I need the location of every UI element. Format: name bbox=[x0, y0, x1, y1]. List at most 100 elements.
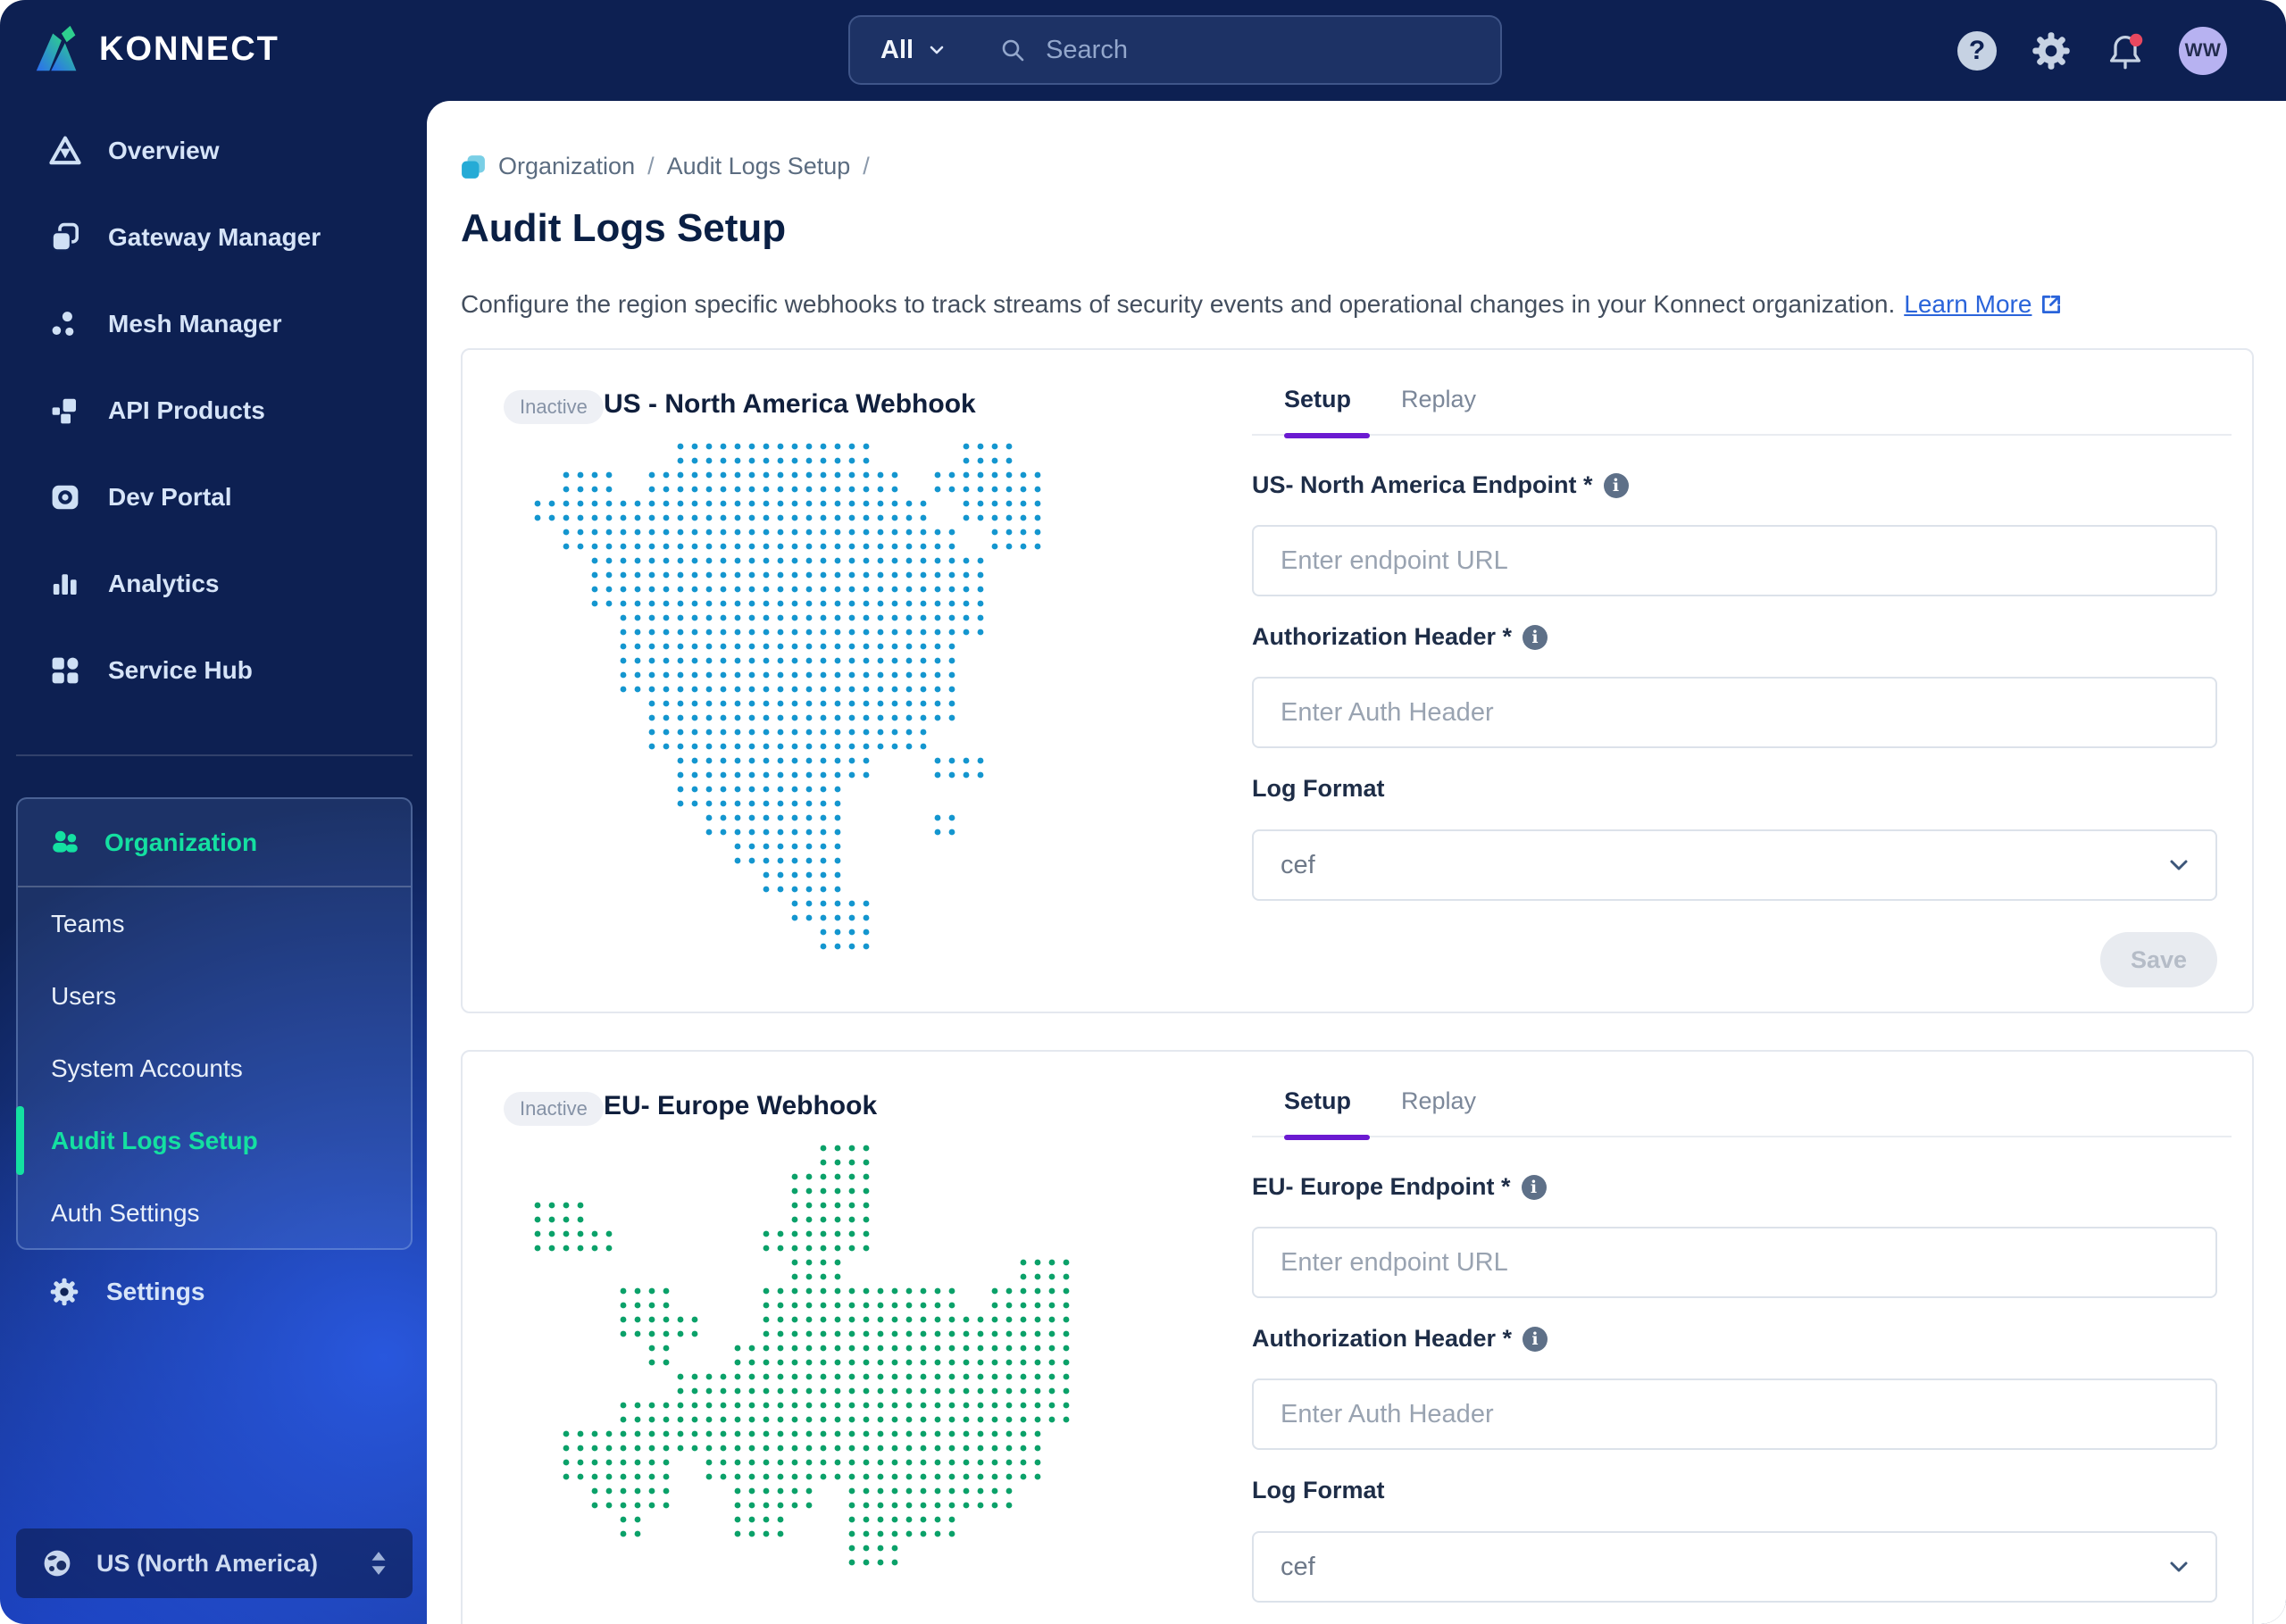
sidebar-item-label: Settings bbox=[106, 1277, 205, 1305]
overview-icon bbox=[49, 135, 81, 167]
log-format-label-text: Log Format bbox=[1252, 1477, 1385, 1503]
external-link-icon bbox=[2042, 295, 2061, 314]
learn-more-label: Learn More bbox=[1904, 290, 2032, 318]
search-icon bbox=[999, 37, 1026, 63]
breadcrumb-separator: / bbox=[863, 153, 870, 179]
endpoint-label-text: EU- Europe Endpoint * bbox=[1252, 1173, 1511, 1200]
sidebar-settings: Settings bbox=[0, 1248, 429, 1335]
topbar: KONNECT All Search ? WW bbox=[0, 0, 2286, 101]
organization-breadcrumb-icon bbox=[461, 154, 486, 179]
tab-setup[interactable]: Setup bbox=[1284, 1082, 1351, 1115]
endpoint-url-input[interactable] bbox=[1252, 525, 2217, 596]
auth-header-input[interactable] bbox=[1252, 677, 2217, 748]
sidebar-divider bbox=[16, 754, 413, 756]
page-description-text: Configure the region specific webhooks t… bbox=[461, 290, 1896, 318]
global-search[interactable]: All Search bbox=[848, 15, 1502, 85]
sidebar-item-teams[interactable]: Teams bbox=[18, 887, 411, 960]
webhook-form: Setup Replay US- North America Endpoint … bbox=[1252, 350, 2232, 1012]
topbar-actions: ? WW bbox=[1957, 0, 2227, 101]
sidebar-item-label: API Products bbox=[108, 396, 265, 424]
konnect-logo-icon bbox=[29, 21, 87, 78]
sidebar-item-api-products[interactable]: API Products bbox=[0, 367, 429, 454]
settings-gear-icon bbox=[49, 1277, 79, 1307]
info-icon[interactable]: i bbox=[1523, 624, 1548, 650]
globe-icon bbox=[41, 1547, 73, 1579]
sidebar-item-settings[interactable]: Settings bbox=[0, 1248, 429, 1335]
sidebar-item-dev-portal[interactable]: Dev Portal bbox=[0, 454, 429, 540]
status-badge: Inactive bbox=[504, 390, 604, 424]
org-item-label: Auth Settings bbox=[51, 1198, 200, 1227]
active-item-indicator bbox=[16, 1106, 24, 1175]
sidebar-item-mesh-manager[interactable]: Mesh Manager bbox=[0, 280, 429, 367]
log-format-select[interactable]: cef bbox=[1252, 1531, 2217, 1603]
endpoint-label-text: US- North America Endpoint * bbox=[1252, 471, 1593, 498]
brand-logo[interactable]: KONNECT bbox=[29, 21, 279, 78]
breadcrumb-organization[interactable]: Organization bbox=[498, 153, 635, 180]
card-title: US - North America Webhook bbox=[604, 389, 976, 419]
log-format-label-text: Log Format bbox=[1252, 775, 1385, 802]
webhook-card-us-north-america: Inactive US - North America Webhook Setu… bbox=[461, 348, 2254, 1013]
auth-header-label-text: Authorization Header * bbox=[1252, 623, 1513, 650]
sidebar-item-organization[interactable]: Organization bbox=[18, 799, 411, 887]
europe-dotted-map bbox=[534, 1145, 1070, 1566]
brand-name: KONNECT bbox=[99, 29, 279, 68]
endpoint-label: EU- Europe Endpoint * i bbox=[1252, 1173, 1547, 1201]
sidebar-item-gateway-manager[interactable]: Gateway Manager bbox=[0, 194, 429, 280]
dev-portal-icon bbox=[49, 481, 81, 513]
organization-header-label: Organization bbox=[104, 828, 258, 856]
tab-bar: Setup Replay bbox=[1252, 1082, 2232, 1137]
tab-setup[interactable]: Setup bbox=[1284, 380, 1351, 413]
mesh-manager-icon bbox=[49, 308, 81, 340]
gear-icon[interactable] bbox=[2031, 30, 2072, 71]
log-format-select[interactable]: cef bbox=[1252, 829, 2217, 901]
org-item-label: Audit Logs Setup bbox=[51, 1126, 258, 1154]
webhook-form: Setup Replay EU- Europe Endpoint * i Aut… bbox=[1252, 1052, 2232, 1624]
search-scope-dropdown[interactable]: All bbox=[880, 36, 914, 65]
user-avatar[interactable]: WW bbox=[2179, 26, 2227, 75]
card-title: EU- Europe Webhook bbox=[604, 1091, 878, 1120]
search-placeholder: Search bbox=[1046, 35, 1128, 64]
help-icon[interactable]: ? bbox=[1957, 30, 1997, 71]
breadcrumb: Organization / Audit Logs Setup / bbox=[461, 153, 870, 180]
active-tab-underline bbox=[1284, 1135, 1370, 1140]
chevron-down-icon bbox=[2170, 1562, 2188, 1572]
info-icon[interactable]: i bbox=[1523, 1326, 1548, 1352]
sidebar-item-label: Overview bbox=[108, 136, 220, 164]
auth-header-input[interactable] bbox=[1252, 1378, 2217, 1450]
region-selector[interactable]: US (North America) bbox=[16, 1528, 413, 1598]
main-panel: Organization / Audit Logs Setup / Audit … bbox=[427, 101, 2286, 1624]
endpoint-url-input[interactable] bbox=[1252, 1227, 2217, 1298]
save-button[interactable]: Save bbox=[2099, 932, 2217, 987]
auth-header-label: Authorization Header * i bbox=[1252, 623, 1548, 651]
sidebar-item-label: Dev Portal bbox=[108, 482, 232, 511]
gateway-manager-icon bbox=[49, 221, 81, 254]
sidebar-item-service-hub[interactable]: Service Hub bbox=[0, 627, 429, 713]
api-products-icon bbox=[49, 395, 81, 427]
breadcrumb-audit-logs-setup[interactable]: Audit Logs Setup bbox=[667, 153, 851, 180]
sidebar-item-overview[interactable]: Overview bbox=[0, 107, 429, 194]
sidebar-item-users[interactable]: Users bbox=[18, 960, 411, 1032]
page-description: Configure the region specific webhooks t… bbox=[461, 290, 2064, 319]
sidebar-item-label: Service Hub bbox=[108, 655, 253, 684]
org-item-label: System Accounts bbox=[51, 1054, 243, 1082]
tab-bar: Setup Replay bbox=[1252, 380, 2232, 436]
tab-replay[interactable]: Replay bbox=[1401, 1082, 1476, 1115]
sidebar-item-audit-logs-setup[interactable]: Audit Logs Setup bbox=[16, 1104, 411, 1177]
info-icon[interactable]: i bbox=[1521, 1174, 1547, 1200]
sidebar-item-analytics[interactable]: Analytics bbox=[0, 540, 429, 627]
webhook-card-eu-europe: Inactive EU- Europe Webhook Setup Replay… bbox=[461, 1050, 2254, 1624]
notifications-bell-icon[interactable] bbox=[2106, 31, 2145, 71]
org-item-label: Users bbox=[51, 981, 117, 1010]
auth-header-label: Authorization Header * i bbox=[1252, 1325, 1548, 1353]
sidebar-item-system-accounts[interactable]: System Accounts bbox=[18, 1032, 411, 1104]
sidebar-item-label: Mesh Manager bbox=[108, 309, 282, 337]
tab-replay[interactable]: Replay bbox=[1401, 380, 1476, 413]
up-down-caret-icon bbox=[370, 1550, 388, 1577]
info-icon[interactable]: i bbox=[1603, 472, 1629, 498]
sidebar-nav: Overview Gateway Manager Mesh Manager AP… bbox=[0, 107, 429, 713]
log-format-value: cef bbox=[1281, 1552, 1315, 1581]
service-hub-icon bbox=[49, 654, 81, 687]
learn-more-link[interactable]: Learn More bbox=[1904, 290, 2064, 319]
log-format-label: Log Format bbox=[1252, 775, 1385, 803]
sidebar-item-auth-settings[interactable]: Auth Settings bbox=[18, 1177, 411, 1249]
